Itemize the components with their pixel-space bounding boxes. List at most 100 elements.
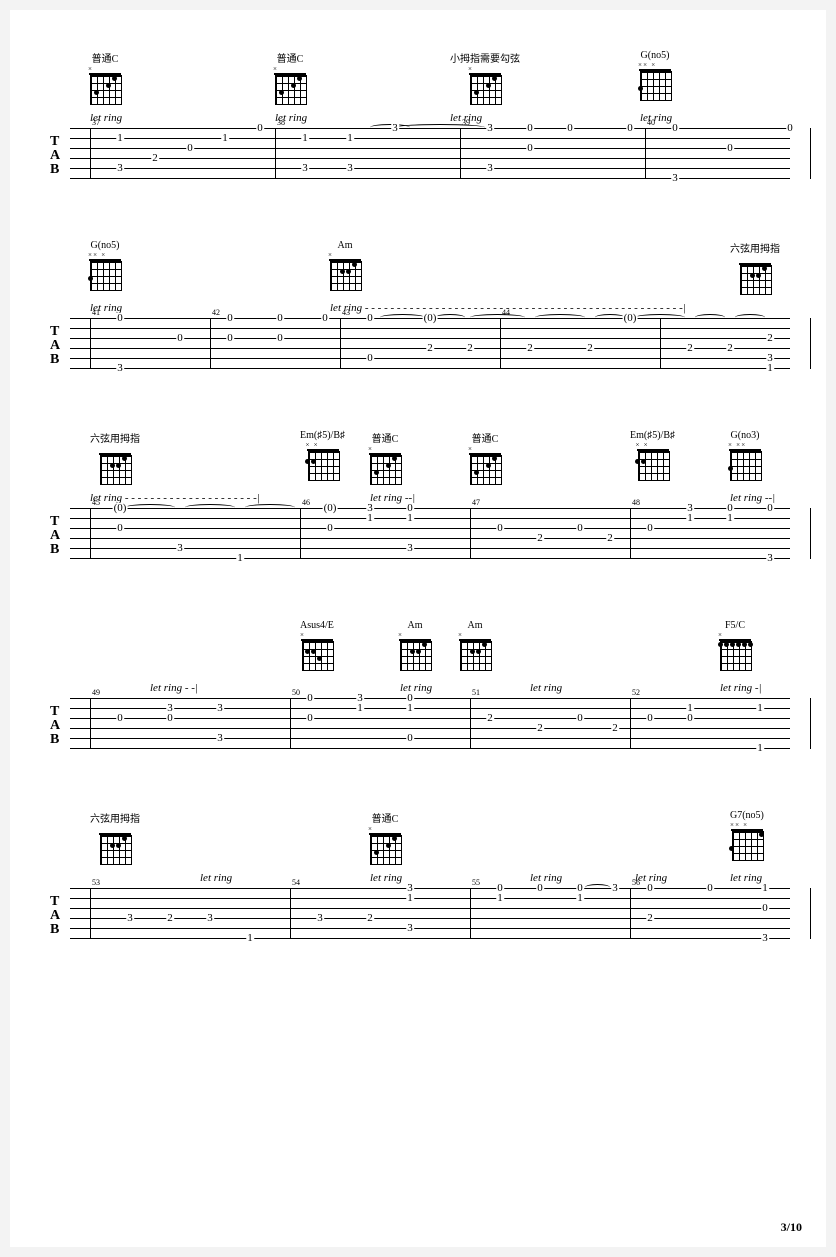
fret-number: 1 — [686, 513, 694, 523]
chord-name: 普通C — [370, 430, 400, 445]
chord-name: Am — [460, 620, 490, 631]
tie — [435, 314, 465, 321]
chord-grid: × — [275, 67, 305, 103]
fret-number: 2 — [526, 343, 534, 353]
fret-number: (0) — [323, 503, 338, 513]
chord-row: 六弦用拇指 普通C× G7(no5)×× × — [50, 810, 790, 872]
tab-lines: 49505152030330031010220201011 — [70, 698, 790, 749]
chord-grid: ×× × — [640, 63, 670, 99]
chord-diagram: G(no5)×× × — [90, 240, 120, 289]
fret-number: 2 — [166, 913, 174, 923]
fret-number: 0 — [276, 333, 284, 343]
fret-number: 1 — [726, 513, 734, 523]
fret-number: 2 — [726, 343, 734, 353]
barline — [810, 128, 811, 179]
chord-diagram: G(no3)× ×× — [730, 430, 760, 479]
fret-number: 0 — [576, 523, 584, 533]
barline — [630, 508, 631, 559]
let-ring-marker: let ring — [400, 682, 432, 694]
bar-number: 53 — [92, 878, 100, 887]
tab-system: 普通C× 普通C× 小拇指需要勾弦× G(no5)×× × let ringle… — [50, 50, 790, 188]
bar-number: 51 — [472, 688, 480, 697]
barline — [810, 508, 811, 559]
tab-system: G(no5)×× × Am× 六弦用拇指 let ringlet ring - … — [50, 240, 790, 378]
chord-grid: × — [470, 447, 500, 483]
fret-number: 1 — [246, 933, 254, 943]
fret-number: 3 — [116, 163, 124, 173]
fret-number: 1 — [356, 703, 364, 713]
chord-diagram: Am× — [330, 240, 360, 289]
fret-number: 2 — [536, 723, 544, 733]
fret-number: 2 — [586, 343, 594, 353]
fret-number: 2 — [606, 533, 614, 543]
fret-number: 0 — [761, 903, 769, 913]
fret-number: 3 — [406, 543, 414, 553]
fret-number: 0 — [566, 123, 574, 133]
tab-staff: TAB53545556323132313010013020103 — [50, 888, 790, 948]
chord-diagram: 普通C× — [470, 430, 500, 483]
fret-number: 3 — [486, 163, 494, 173]
fret-number: (0) — [423, 313, 438, 323]
bar-number: 50 — [292, 688, 300, 697]
chord-name: Asus4/E — [300, 620, 334, 631]
fret-number: 0 — [626, 123, 634, 133]
fret-number: 2 — [426, 343, 434, 353]
chord-grid — [100, 827, 130, 863]
fret-number: 3 — [406, 923, 414, 933]
barline — [500, 318, 501, 369]
fret-number: 3 — [671, 173, 679, 183]
fret-number: 0 — [406, 733, 414, 743]
chord-diagram: Am × — [460, 620, 490, 669]
let-ring-marker: let ring — [530, 872, 562, 884]
bar-number: 45 — [92, 498, 100, 507]
tab-staff: TAB37383940132010131333300000300 — [50, 128, 790, 188]
chord-grid: × — [720, 633, 750, 669]
tie — [585, 884, 610, 891]
bar-number: 55 — [472, 878, 480, 887]
fret-number: 0 — [226, 313, 234, 323]
barline — [470, 698, 471, 749]
chord-diagram: 六弦用拇指 — [90, 430, 140, 483]
barline — [810, 318, 811, 369]
fret-number: 0 — [306, 713, 314, 723]
bar-number: 49 — [92, 688, 100, 697]
fret-number: 0 — [526, 143, 534, 153]
bar-number: 43 — [342, 308, 350, 317]
barline — [290, 888, 291, 939]
bar-number: 42 — [212, 308, 220, 317]
chord-name: G(no5) — [90, 240, 120, 251]
chord-name: 小拇指需要勾弦 — [450, 50, 520, 65]
chord-grid: ×× × — [732, 823, 762, 859]
fret-number: 1 — [406, 703, 414, 713]
fret-number: (0) — [113, 503, 128, 513]
chord-diagram: F5/C × — [720, 620, 750, 669]
chord-diagram: 普通C× — [370, 810, 400, 863]
fret-number: 3 — [391, 123, 399, 133]
barline — [630, 888, 631, 939]
tie — [535, 314, 585, 321]
bar-number: 41 — [92, 308, 100, 317]
barline — [460, 128, 461, 179]
fret-number: 0 — [116, 523, 124, 533]
fret-number: 1 — [756, 743, 764, 753]
fret-number: 0 — [766, 503, 774, 513]
chord-grid: × — [330, 253, 360, 289]
let-ring-marker: let ring — [730, 872, 762, 884]
tie — [735, 314, 765, 321]
chord-grid: × — [460, 633, 490, 669]
chord-grid — [100, 447, 130, 483]
tab-system: 六弦用拇指 普通C× G7(no5)×× × let ringlet ringl… — [50, 810, 790, 948]
barline — [90, 318, 91, 369]
tab-clef: TAB — [50, 896, 60, 938]
chord-name: 普通C — [275, 50, 305, 65]
fret-number: 0 — [646, 523, 654, 533]
chord-name: 六弦用拇指 — [730, 240, 780, 255]
chord-name: Am — [400, 620, 430, 631]
chord-diagram: G(no5)×× × — [640, 50, 670, 99]
tab-system: 六弦用拇指 Em(♯5)/B♯× × 普通C× 普通C× Em(♯5)/B♯× … — [50, 430, 790, 568]
chord-diagram: 六弦用拇指 — [730, 240, 780, 293]
fret-number: 1 — [766, 363, 774, 373]
fret-number: 0 — [326, 523, 334, 533]
fret-number: 0 — [306, 693, 314, 703]
chord-row: 六弦用拇指 Em(♯5)/B♯× × 普通C× 普通C× Em(♯5)/B♯× … — [50, 430, 790, 492]
